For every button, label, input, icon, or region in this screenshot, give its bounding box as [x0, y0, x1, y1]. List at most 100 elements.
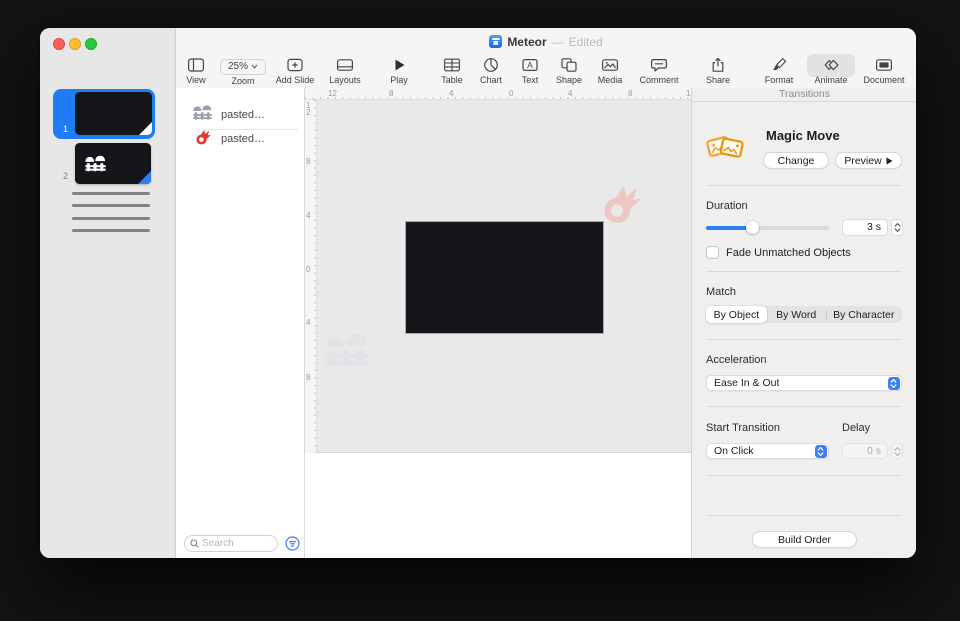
meteor-icon [191, 128, 215, 151]
folded-corner [138, 171, 151, 184]
start-transition-popup[interactable]: On Click [706, 443, 829, 459]
ruler-label: 4 [449, 89, 453, 98]
list-item-label: pasted… [221, 133, 265, 145]
divider [706, 271, 902, 272]
magic-move-icon [705, 131, 745, 171]
slide-canvas: 12 8 4 0 4 8 12 12 8 4 0 4 8 [305, 88, 691, 558]
objects-list-panel: pasted… pasted… [176, 88, 305, 558]
format-button[interactable]: Format [751, 56, 807, 87]
skipped-slide-row[interactable] [72, 192, 150, 195]
chevron-down-icon [894, 228, 901, 232]
title-separator: — [552, 35, 564, 49]
layouts-icon [317, 57, 373, 74]
duration-stepper[interactable] [891, 219, 903, 236]
toolbar: View 25% Zoom Add Slide Layouts [176, 55, 916, 88]
effect-name: Magic Move [766, 128, 840, 143]
fence-clouds-icon [84, 154, 108, 178]
zoom-value: 25% [228, 61, 248, 72]
divider [706, 515, 902, 516]
skipped-slide-row[interactable] [72, 217, 150, 220]
slide-number: 2 [54, 171, 68, 181]
fade-unmatched-label: Fade Unmatched Objects [726, 247, 851, 259]
ruler-label: 4 [306, 319, 313, 326]
search-field[interactable] [184, 535, 278, 552]
skipped-slide-row[interactable] [72, 204, 150, 207]
zoom-window-button[interactable] [85, 38, 97, 50]
inspector-title: Transitions [692, 88, 916, 102]
divider [706, 406, 902, 407]
slide-thumbnail-2[interactable] [75, 143, 151, 184]
animate-diamond-icon [803, 57, 859, 74]
ruler-label: 12 [328, 89, 337, 98]
fade-unmatched-checkbox[interactable] [706, 246, 719, 259]
canvas-work-area: 12 8 4 0 4 8 12 12 8 4 0 4 8 [305, 88, 691, 453]
minimize-window-button[interactable] [69, 38, 81, 50]
keynote-window: 1 2 Meteor [40, 28, 916, 558]
slide-object[interactable] [406, 222, 603, 333]
start-transition-label: Start Transition [706, 422, 780, 434]
skipped-slide-row[interactable] [72, 229, 150, 232]
acceleration-label: Acceleration [706, 354, 767, 366]
ruler-label: 0 [306, 266, 313, 273]
match-label: Match [706, 286, 736, 298]
change-button[interactable]: Change [763, 152, 829, 169]
build-order-button[interactable]: Build Order [752, 531, 857, 548]
folded-corner [139, 122, 152, 135]
chevron-down-icon [894, 452, 901, 456]
match-segmented-control: By Object By Word By Character [706, 306, 902, 323]
share-icon [690, 57, 746, 74]
match-by-word[interactable]: By Word [767, 306, 826, 323]
animate-button[interactable]: Animate [803, 56, 859, 87]
filter-icon[interactable] [285, 536, 300, 551]
document-button[interactable]: Document [856, 56, 912, 87]
edited-status: Edited [569, 35, 603, 49]
list-item[interactable]: pasted… [176, 124, 305, 154]
slide-thumbnail-1[interactable] [75, 92, 152, 135]
share-button[interactable]: Share [690, 56, 746, 87]
divider [706, 475, 902, 476]
popup-chevrons-icon [815, 445, 828, 458]
sidebar-icon [168, 57, 224, 74]
ruler-label: 12 [306, 102, 313, 116]
delay-value-field: 0 s [842, 443, 888, 459]
duration-slider-thumb[interactable] [746, 221, 759, 234]
ruler-label: 8 [306, 158, 313, 165]
ruler-label: 4 [568, 89, 572, 98]
preview-button[interactable]: Preview [835, 152, 902, 169]
comment-button[interactable]: Comment [631, 56, 687, 87]
ruler-label: 0 [509, 89, 513, 98]
duration-value-field[interactable]: 3 s [842, 219, 888, 236]
delay-label: Delay [842, 422, 870, 434]
search-input[interactable] [202, 538, 264, 549]
keynote-app-icon [489, 35, 502, 48]
duration-label: Duration [706, 200, 748, 212]
document-title: Meteor [507, 35, 546, 49]
duration-slider[interactable] [706, 226, 829, 230]
comment-bubble-icon [631, 57, 687, 74]
chevron-up-icon [894, 447, 901, 451]
photo-icon [582, 57, 638, 74]
media-button[interactable]: Media [582, 56, 638, 87]
slide-navigator: 1 2 [40, 28, 176, 558]
meteor-ghost-icon [598, 181, 644, 232]
close-window-button[interactable] [53, 38, 65, 50]
preview-play-icon [886, 157, 893, 165]
ruler-label: 4 [306, 212, 313, 219]
play-button[interactable]: Play [371, 56, 427, 87]
ruler-label: 8 [389, 89, 393, 98]
ruler-label: 8 [306, 374, 313, 381]
match-by-character[interactable]: By Character [826, 306, 902, 323]
layouts-button[interactable]: Layouts [317, 56, 373, 87]
search-icon [190, 539, 199, 548]
add-slide-button[interactable]: Add Slide [267, 56, 323, 87]
plus-slide-icon [267, 57, 323, 74]
play-icon [371, 57, 427, 74]
vertical-ruler: 12 8 4 0 4 8 [305, 100, 317, 453]
fence-ghost-icon [323, 331, 373, 375]
acceleration-popup[interactable]: Ease In & Out [706, 375, 902, 391]
delay-stepper [891, 443, 903, 459]
match-by-object[interactable]: By Object [706, 306, 767, 323]
popup-chevrons-icon [888, 377, 901, 390]
svg-text:A: A [527, 60, 533, 70]
format-brush-icon [751, 57, 807, 74]
